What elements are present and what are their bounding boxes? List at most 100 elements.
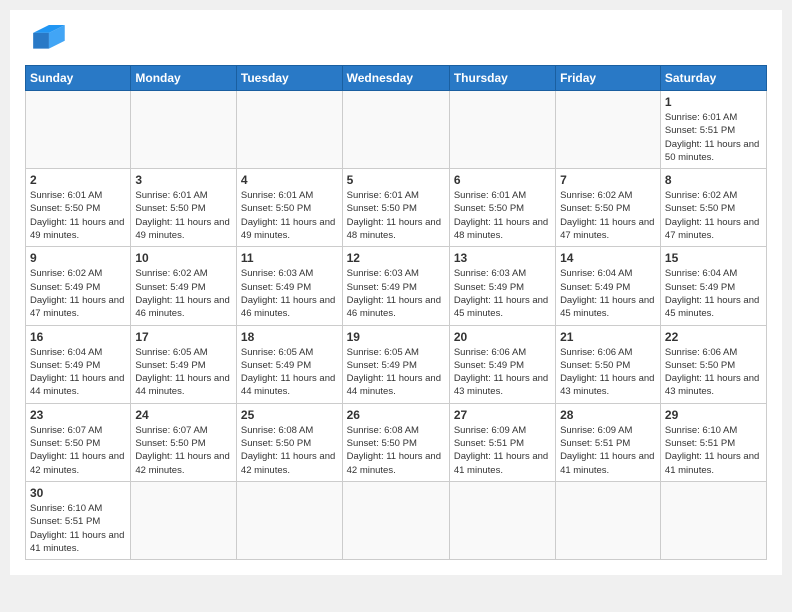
weekday-header: Monday xyxy=(131,66,237,91)
calendar-cell: 10 Sunrise: 6:02 AM Sunset: 5:49 PM Dayli… xyxy=(131,247,237,325)
calendar-week-row: 9 Sunrise: 6:02 AM Sunset: 5:49 PM Daylig… xyxy=(26,247,767,325)
day-info: Sunrise: 6:05 AM Sunset: 5:49 PM Dayligh… xyxy=(347,346,445,399)
day-info: Sunrise: 6:05 AM Sunset: 5:49 PM Dayligh… xyxy=(241,346,338,399)
calendar-cell xyxy=(556,481,661,559)
calendar-cell: 2 Sunrise: 6:01 AM Sunset: 5:50 PM Daylig… xyxy=(26,169,131,247)
calendar-cell: 25Sunrise: 6:08 AM Sunset: 5:50 PM Dayli… xyxy=(236,403,342,481)
day-number: 1 xyxy=(665,95,762,109)
day-info: Sunrise: 6:08 AM Sunset: 5:50 PM Dayligh… xyxy=(241,424,338,477)
day-number: 15 xyxy=(665,251,762,265)
day-number: 5 xyxy=(347,173,445,187)
day-number: 16 xyxy=(30,330,126,344)
weekday-header-row: SundayMondayTuesdayWednesdayThursdayFrid… xyxy=(26,66,767,91)
day-number: 8 xyxy=(665,173,762,187)
calendar-cell xyxy=(660,481,766,559)
day-info: Sunrise: 6:04 AM Sunset: 5:49 PM Dayligh… xyxy=(665,267,762,320)
day-info: Sunrise: 6:01 AM Sunset: 5:50 PM Dayligh… xyxy=(30,189,126,242)
day-info: Sunrise: 6:02 AM Sunset: 5:49 PM Dayligh… xyxy=(135,267,232,320)
header xyxy=(25,25,767,55)
day-number: 24 xyxy=(135,408,232,422)
day-info: Sunrise: 6:03 AM Sunset: 5:49 PM Dayligh… xyxy=(241,267,338,320)
calendar-cell xyxy=(26,91,131,169)
weekday-header: Sunday xyxy=(26,66,131,91)
day-number: 2 xyxy=(30,173,126,187)
day-number: 29 xyxy=(665,408,762,422)
calendar-cell: 15 Sunrise: 6:04 AM Sunset: 5:49 PM Dayli… xyxy=(660,247,766,325)
day-info: Sunrise: 6:03 AM Sunset: 5:49 PM Dayligh… xyxy=(347,267,445,320)
calendar-cell: 13 Sunrise: 6:03 AM Sunset: 5:49 PM Dayli… xyxy=(449,247,555,325)
calendar-cell: 18 Sunrise: 6:05 AM Sunset: 5:49 PM Dayli… xyxy=(236,325,342,403)
calendar-cell: 5 Sunrise: 6:01 AM Sunset: 5:50 PM Daylig… xyxy=(342,169,449,247)
day-info: Sunrise: 6:06 AM Sunset: 5:50 PM Dayligh… xyxy=(665,346,762,399)
page: SundayMondayTuesdayWednesdayThursdayFrid… xyxy=(10,10,782,575)
day-info: Sunrise: 6:09 AM Sunset: 5:51 PM Dayligh… xyxy=(560,424,656,477)
calendar-cell: 16 Sunrise: 6:04 AM Sunset: 5:49 PM Dayli… xyxy=(26,325,131,403)
calendar-cell xyxy=(342,91,449,169)
day-number: 17 xyxy=(135,330,232,344)
calendar-cell: 28Sunrise: 6:09 AM Sunset: 5:51 PM Dayli… xyxy=(556,403,661,481)
calendar-cell: 4Sunrise: 6:01 AM Sunset: 5:50 PM Daylig… xyxy=(236,169,342,247)
day-number: 14 xyxy=(560,251,656,265)
day-number: 10 xyxy=(135,251,232,265)
calendar-cell: 12 Sunrise: 6:03 AM Sunset: 5:49 PM Dayli… xyxy=(342,247,449,325)
weekday-header: Friday xyxy=(556,66,661,91)
calendar-cell xyxy=(236,91,342,169)
day-info: Sunrise: 6:01 AM Sunset: 5:51 PM Dayligh… xyxy=(665,111,762,164)
day-info: Sunrise: 6:02 AM Sunset: 5:50 PM Dayligh… xyxy=(665,189,762,242)
calendar-week-row: 30Sunrise: 6:10 AM Sunset: 5:51 PM Dayli… xyxy=(26,481,767,559)
calendar-header: SundayMondayTuesdayWednesdayThursdayFrid… xyxy=(26,66,767,91)
day-number: 18 xyxy=(241,330,338,344)
calendar-cell xyxy=(342,481,449,559)
day-number: 7 xyxy=(560,173,656,187)
calendar-cell: 3 Sunrise: 6:01 AM Sunset: 5:50 PM Daylig… xyxy=(131,169,237,247)
calendar-cell: 14 Sunrise: 6:04 AM Sunset: 5:49 PM Dayli… xyxy=(556,247,661,325)
day-info: Sunrise: 6:04 AM Sunset: 5:49 PM Dayligh… xyxy=(30,346,126,399)
calendar-cell: 6Sunrise: 6:01 AM Sunset: 5:50 PM Daylig… xyxy=(449,169,555,247)
day-info: Sunrise: 6:03 AM Sunset: 5:49 PM Dayligh… xyxy=(454,267,551,320)
calendar-week-row: 2 Sunrise: 6:01 AM Sunset: 5:50 PM Daylig… xyxy=(26,169,767,247)
weekday-header: Tuesday xyxy=(236,66,342,91)
calendar-cell: 24 Sunrise: 6:07 AM Sunset: 5:50 PM Dayli… xyxy=(131,403,237,481)
calendar-cell xyxy=(131,481,237,559)
calendar-cell: 8 Sunrise: 6:02 AM Sunset: 5:50 PM Daylig… xyxy=(660,169,766,247)
weekday-header: Saturday xyxy=(660,66,766,91)
calendar-cell: 1 Sunrise: 6:01 AM Sunset: 5:51 PM Daylig… xyxy=(660,91,766,169)
calendar-cell: 29Sunrise: 6:10 AM Sunset: 5:51 PM Dayli… xyxy=(660,403,766,481)
calendar-cell xyxy=(131,91,237,169)
logo xyxy=(25,25,71,55)
calendar-cell: 30Sunrise: 6:10 AM Sunset: 5:51 PM Dayli… xyxy=(26,481,131,559)
calendar-cell xyxy=(236,481,342,559)
day-info: Sunrise: 6:09 AM Sunset: 5:51 PM Dayligh… xyxy=(454,424,551,477)
day-number: 11 xyxy=(241,251,338,265)
weekday-header: Thursday xyxy=(449,66,555,91)
day-info: Sunrise: 6:01 AM Sunset: 5:50 PM Dayligh… xyxy=(135,189,232,242)
calendar-cell: 7Sunrise: 6:02 AM Sunset: 5:50 PM Daylig… xyxy=(556,169,661,247)
calendar-cell: 20 Sunrise: 6:06 AM Sunset: 5:49 PM Dayli… xyxy=(449,325,555,403)
calendar-week-row: 23 Sunrise: 6:07 AM Sunset: 5:50 PM Dayli… xyxy=(26,403,767,481)
day-info: Sunrise: 6:07 AM Sunset: 5:50 PM Dayligh… xyxy=(135,424,232,477)
day-number: 27 xyxy=(454,408,551,422)
day-info: Sunrise: 6:01 AM Sunset: 5:50 PM Dayligh… xyxy=(241,189,338,242)
calendar-cell: 26Sunrise: 6:08 AM Sunset: 5:50 PM Dayli… xyxy=(342,403,449,481)
day-number: 12 xyxy=(347,251,445,265)
day-number: 23 xyxy=(30,408,126,422)
day-info: Sunrise: 6:02 AM Sunset: 5:49 PM Dayligh… xyxy=(30,267,126,320)
calendar-cell: 22 Sunrise: 6:06 AM Sunset: 5:50 PM Dayli… xyxy=(660,325,766,403)
day-number: 9 xyxy=(30,251,126,265)
day-info: Sunrise: 6:08 AM Sunset: 5:50 PM Dayligh… xyxy=(347,424,445,477)
day-info: Sunrise: 6:01 AM Sunset: 5:50 PM Dayligh… xyxy=(454,189,551,242)
calendar-cell: 11 Sunrise: 6:03 AM Sunset: 5:49 PM Dayli… xyxy=(236,247,342,325)
day-info: Sunrise: 6:01 AM Sunset: 5:50 PM Dayligh… xyxy=(347,189,445,242)
day-number: 22 xyxy=(665,330,762,344)
day-info: Sunrise: 6:07 AM Sunset: 5:50 PM Dayligh… xyxy=(30,424,126,477)
day-number: 13 xyxy=(454,251,551,265)
logo-icon xyxy=(25,25,65,55)
day-number: 20 xyxy=(454,330,551,344)
day-info: Sunrise: 6:04 AM Sunset: 5:49 PM Dayligh… xyxy=(560,267,656,320)
calendar-cell xyxy=(449,91,555,169)
day-number: 30 xyxy=(30,486,126,500)
calendar-week-row: 16 Sunrise: 6:04 AM Sunset: 5:49 PM Dayli… xyxy=(26,325,767,403)
day-number: 3 xyxy=(135,173,232,187)
day-info: Sunrise: 6:06 AM Sunset: 5:49 PM Dayligh… xyxy=(454,346,551,399)
calendar-cell: 23 Sunrise: 6:07 AM Sunset: 5:50 PM Dayli… xyxy=(26,403,131,481)
